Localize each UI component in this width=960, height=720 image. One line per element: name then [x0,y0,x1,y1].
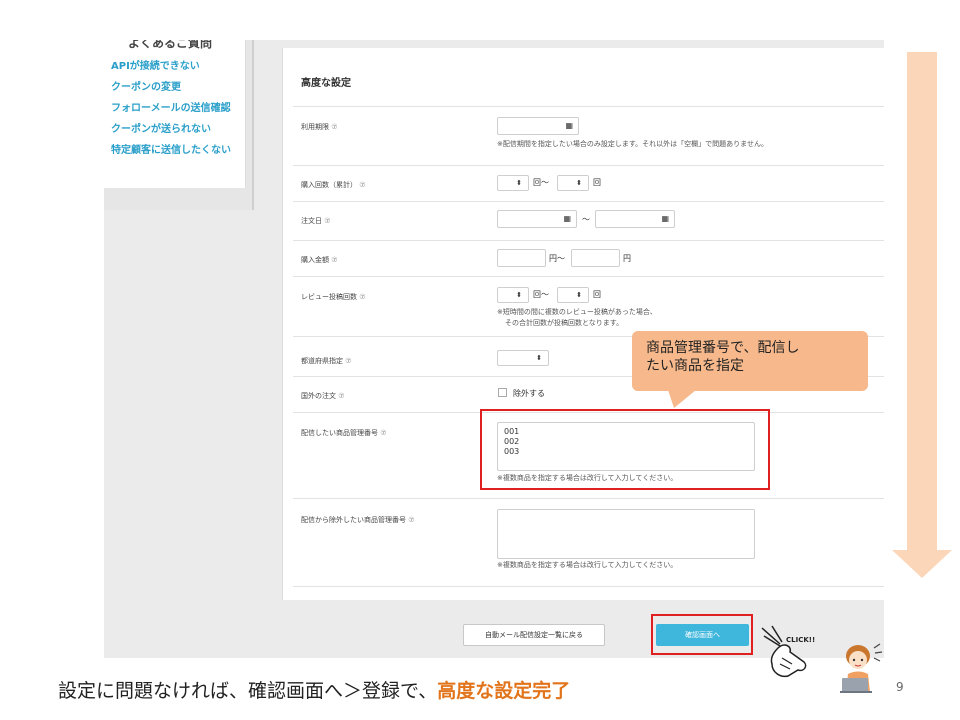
faq-sidebar-panel: よくあるご質問 APIが接続できない クーポンの変更 フォローメールの送信確認 … [104,40,246,188]
review-count-min-select[interactable]: ⬍ [497,287,529,303]
label-exclude-ids: 配信から除外したい商品管理番号 ⑦ [301,516,415,524]
click-label: CLICK!! [786,636,815,644]
faq-link-coupon-change[interactable]: クーポンの変更 [111,81,231,102]
pointing-hand-icon: CLICK!! [761,625,815,678]
range-separator: ～ [582,215,590,224]
slide-caption: 設定に問題なければ、確認画面へ＞登録で、高度な設定完了 [58,676,570,703]
help-icon[interactable]: ⑦ [359,181,365,189]
faq-link-exclude-customer[interactable]: 特定顧客に送信したくない [111,144,231,165]
label-overseas: 国外の注文 ⑦ [301,392,345,400]
faq-sidebar: よくあるご質問 APIが接続できない クーポンの変更 フォローメールの送信確認 … [104,40,252,210]
faq-link-follow-mail[interactable]: フォローメールの送信確認 [111,102,231,123]
caption-highlight: 高度な設定完了 [437,680,571,702]
amount-min-input[interactable] [497,249,546,267]
help-icon[interactable]: ⑦ [324,217,330,225]
sidebar-divider [252,40,254,210]
unit-text: 円～ [549,254,565,263]
down-arrow-shaft [907,52,937,550]
faq-heading: よくあるご質問 [128,40,213,50]
page-number: 9 [896,680,904,694]
help-icon[interactable]: ⑦ [380,429,386,437]
faq-list: APIが接続できない クーポンの変更 フォローメールの送信確認 クーポンが送られ… [111,60,231,165]
faq-link-coupon-not-sent[interactable]: クーポンが送られない [111,123,231,144]
divider [293,165,884,166]
confirm-button-highlight [651,614,753,655]
purchase-count-max-select[interactable]: ⬍ [557,175,589,191]
unit-text: 回～ [533,178,549,187]
calendar-icon[interactable]: ▦ [563,214,571,223]
label-purchase-count: 購入回数（累計） ⑦ [301,181,366,189]
calendar-icon[interactable]: ▦ [661,214,669,223]
divider [293,498,884,499]
help-icon[interactable]: ⑦ [345,357,351,365]
exclude-overseas-label: 除外する [513,389,545,398]
label-amount: 購入金額 ⑦ [301,256,338,264]
exclude-ids-note: ※複数商品を指定する場合は改行して入力してください。 [497,561,678,569]
down-arrow-icon [892,550,952,578]
unit-text: 回～ [533,290,549,299]
callout-line: たい商品を指定 [646,358,744,374]
review-note-1: ※短時間の間に複数のレビュー投稿があった場合、 [497,308,657,316]
callout-bubble: 商品管理番号で、配信し たい商品を指定 [632,331,868,391]
help-icon[interactable]: ⑦ [408,516,414,524]
faq-link-api[interactable]: APIが接続できない [111,60,231,81]
unit-text: 円 [623,254,631,263]
review-count-max-select[interactable]: ⬍ [557,287,589,303]
purchase-count-min-select[interactable]: ⬍ [497,175,529,191]
divider [293,106,884,107]
label-period: 利用期限 ⑦ [301,123,338,131]
panel-title: 高度な設定 [301,78,351,89]
help-icon[interactable]: ⑦ [331,256,337,264]
divider [293,276,884,277]
period-date-input[interactable]: ▦ [497,117,579,135]
back-to-list-button[interactable]: 自動メール配信設定一覧に戻る [463,624,605,646]
calendar-icon[interactable]: ▦ [565,121,573,130]
divider [293,586,884,587]
label-order-date: 注文日 ⑦ [301,217,331,225]
amount-max-input[interactable] [571,249,620,267]
exclude-ids-textarea[interactable] [497,509,755,559]
exclude-overseas-checkbox[interactable] [498,388,507,397]
caption-main: 設定に問題なければ、確認画面へ＞登録で、 [58,680,438,702]
divider [293,201,884,202]
unit-text: 回 [593,290,601,299]
review-note-2: その合計回数が投稿回数となります。 [505,319,624,327]
unit-text: 回 [593,178,601,187]
order-date-to-input[interactable]: ▦ [595,210,675,228]
period-note: ※配信期間を指定したい場合のみ設定します。それ以外は「空欄」で問題ありません。 [497,140,768,148]
help-icon[interactable]: ⑦ [359,293,365,301]
advanced-settings-panel: 高度な設定 利用期限 ⑦ ▦ ※配信期間を指定したい場合のみ設定します。それ以外… [282,48,884,600]
prefecture-select[interactable]: ⬍ [497,350,549,366]
label-product-ids: 配信したい商品管理番号 ⑦ [301,429,387,437]
divider [293,240,884,241]
label-review-count: レビュー投稿回数 ⑦ [301,293,366,301]
product-ids-highlight [480,409,770,490]
label-prefecture: 都道府県指定 ⑦ [301,357,352,365]
help-icon[interactable]: ⑦ [331,123,337,131]
callout-tail [668,390,696,408]
order-date-from-input[interactable]: ▦ [497,210,577,228]
help-icon[interactable]: ⑦ [338,392,344,400]
person-with-laptop-icon [840,643,883,693]
callout-line: 商品管理番号で、配信し [646,340,800,356]
